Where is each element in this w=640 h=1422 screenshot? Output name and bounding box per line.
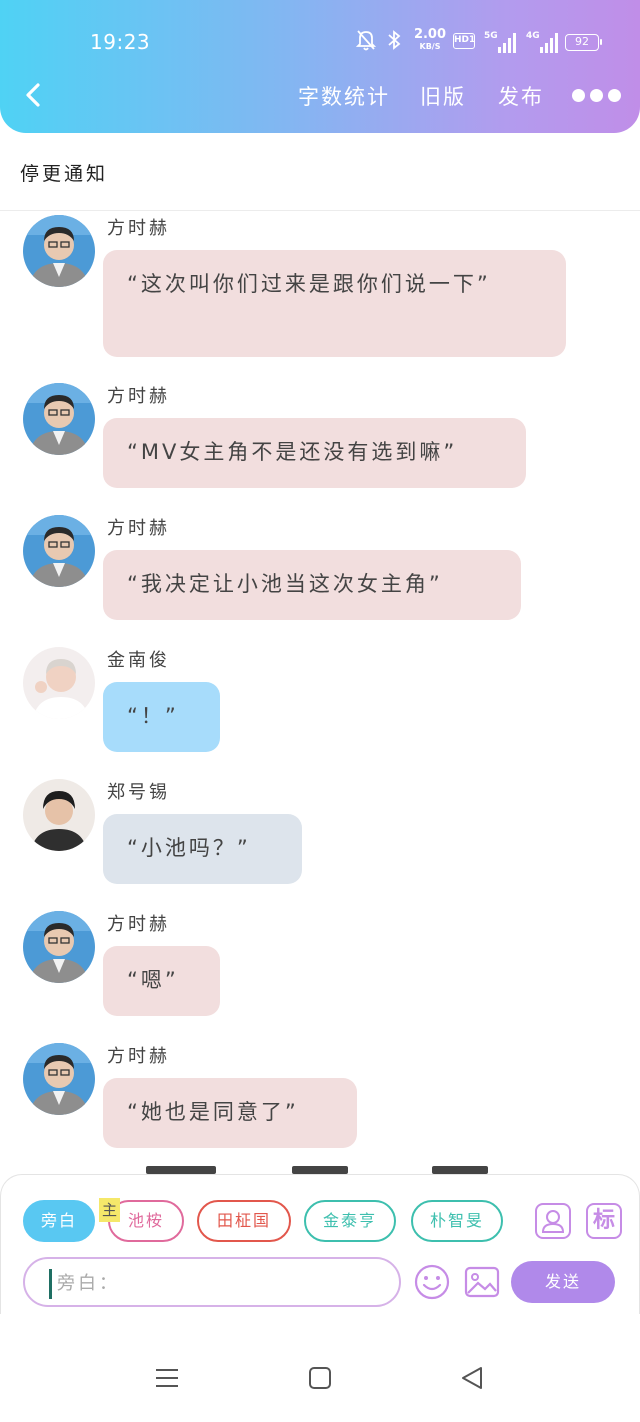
net-4g-label: 4G — [526, 31, 540, 41]
avatar-fang-shihe[interactable] — [23, 911, 95, 983]
chat-list[interactable]: 方时赫 “这次叫你们过来是跟你们说一下” 方时赫 “MV女主角不是还没有选到嘛”… — [0, 212, 640, 1172]
avatar-kim-namjoon[interactable] — [23, 647, 95, 719]
image-icon — [464, 1266, 500, 1298]
sender-name: 方时赫 — [107, 1046, 170, 1067]
back-nav-button[interactable] — [460, 1366, 484, 1394]
sender-name: 方时赫 — [107, 218, 170, 239]
net-5g-label: 5G — [484, 31, 498, 41]
network-speed: 2.00 KB/S — [410, 27, 450, 53]
main-role-badge: 主 — [99, 1198, 120, 1222]
sender-name: 方时赫 — [107, 518, 170, 539]
sender-name: 方时赫 — [107, 914, 170, 935]
image-button[interactable] — [463, 1263, 501, 1301]
message-bubble[interactable]: “这次叫你们过来是跟你们说一下” — [103, 250, 566, 357]
publish-link[interactable]: 发布 — [498, 81, 544, 111]
role-chip-kim-taehyung[interactable]: 金泰亨 — [304, 1200, 396, 1242]
message-bubble[interactable]: “嗯” — [103, 946, 220, 1016]
avatar-fang-shihe[interactable] — [23, 1043, 95, 1115]
text-caret — [49, 1269, 52, 1299]
character-manage-button[interactable] — [535, 1203, 571, 1239]
role-chip-narration[interactable]: 旁白 — [23, 1200, 95, 1242]
signal-5g-icon: 5G — [484, 31, 520, 53]
app-header: 19:23 2.00 KB/S HD1 5G 4G 92 字数统计 旧版 发布 — [0, 0, 640, 133]
system-nav-bar — [0, 1320, 640, 1422]
cutoff-overlay-strip — [140, 1166, 500, 1174]
message-bubble[interactable]: “小池吗？” — [103, 814, 302, 884]
role-chip-jeon-jungkook[interactable]: 田柾国 — [197, 1200, 291, 1242]
bluetooth-icon — [384, 28, 404, 56]
old-version-link[interactable]: 旧版 — [420, 81, 466, 111]
status-time: 19:23 — [90, 30, 151, 54]
input-panel: 旁白 池桉 田柾国 金泰亨 朴智旻 标 发送 — [0, 1174, 640, 1314]
avatar-fang-shihe[interactable] — [23, 515, 95, 587]
more-options-button[interactable] — [570, 86, 622, 106]
mark-button[interactable]: 标 — [586, 1203, 622, 1239]
message-bubble[interactable]: “MV女主角不是还没有选到嘛” — [103, 418, 526, 488]
hamburger-icon — [156, 1369, 178, 1387]
avatar-jung-hoseok[interactable] — [23, 779, 95, 851]
menu-nav-button[interactable] — [155, 1366, 179, 1394]
chapter-title[interactable]: 停更通知 — [20, 159, 108, 186]
avatar-fang-shihe[interactable] — [23, 215, 95, 287]
role-chip-park-jimin[interactable]: 朴智旻 — [411, 1200, 503, 1242]
send-button[interactable]: 发送 — [511, 1261, 615, 1303]
emoji-button[interactable] — [413, 1263, 451, 1301]
sender-name: 金南俊 — [107, 650, 170, 671]
sender-name: 郑号锡 — [107, 782, 170, 803]
chapter-title-bar[interactable]: 停更通知 — [0, 133, 640, 211]
chevron-left-icon — [26, 83, 40, 107]
message-input[interactable] — [57, 1265, 387, 1301]
square-icon — [309, 1367, 331, 1389]
back-button[interactable] — [20, 80, 48, 110]
status-bar: 19:23 2.00 KB/S HD1 5G 4G 92 — [0, 20, 640, 64]
speed-value: 2.00 — [413, 27, 447, 42]
message-bubble[interactable]: “！” — [103, 682, 220, 752]
signal-4g-icon: 4G — [526, 31, 562, 53]
home-nav-button[interactable] — [308, 1366, 332, 1394]
word-count-link[interactable]: 字数统计 — [298, 81, 390, 111]
message-bubble[interactable]: “我决定让小池当这次女主角” — [103, 550, 521, 620]
message-input-box[interactable] — [23, 1257, 401, 1307]
avatar-fang-shihe[interactable] — [23, 383, 95, 455]
sender-name: 方时赫 — [107, 386, 170, 407]
triangle-back-icon — [462, 1367, 482, 1389]
speed-unit: KB/S — [419, 42, 441, 51]
smiley-icon — [414, 1264, 450, 1300]
battery-indicator: 92 — [565, 34, 602, 51]
hd-badge: HD1 — [453, 33, 475, 49]
message-bubble[interactable]: “她也是同意了” — [103, 1078, 357, 1148]
person-icon — [541, 1210, 565, 1233]
mute-bell-icon — [355, 28, 377, 56]
